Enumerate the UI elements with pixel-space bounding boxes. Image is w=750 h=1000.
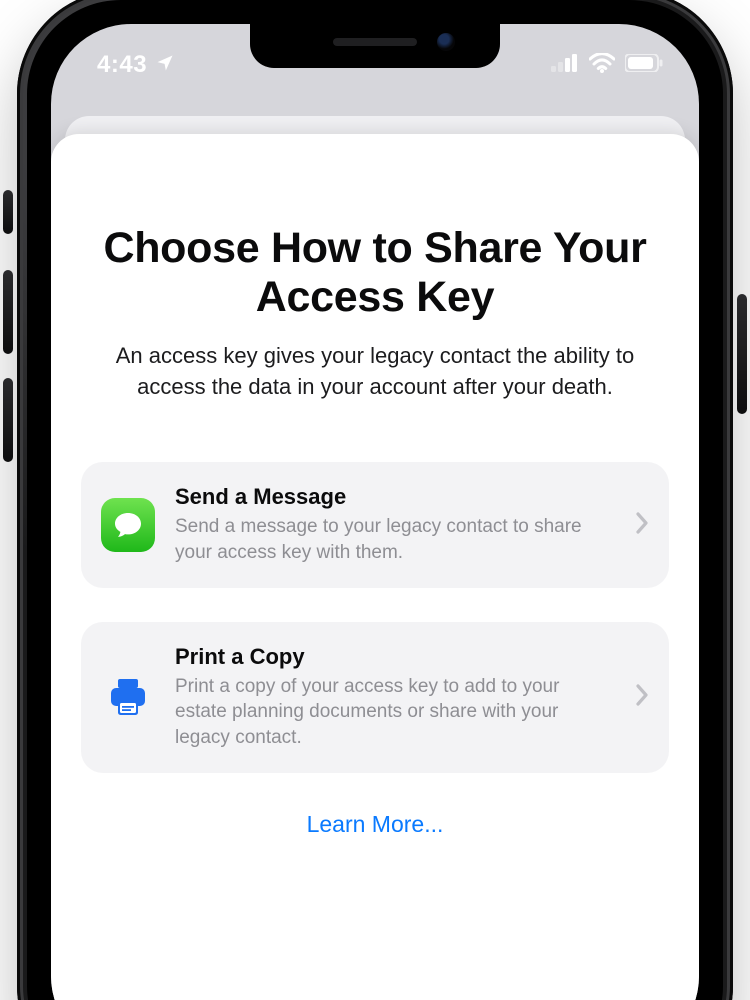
option-send-message[interactable]: Send a Message Send a message to your le… [81,462,669,587]
option-description: Print a copy of your access key to add t… [175,674,615,751]
option-title: Print a Copy [175,644,615,670]
printer-icon [101,670,155,724]
status-time: 4:43 [97,51,147,79]
phone-frame: 4:43 [17,0,733,1000]
option-print-copy[interactable]: Print a Copy Print a copy of your access… [81,622,669,773]
notch [250,24,500,68]
earpiece-speaker [333,38,417,46]
battery-icon [625,54,663,77]
page-title: Choose How to Share Your Access Key [85,224,665,323]
option-description: Send a message to your legacy contact to… [175,514,615,565]
learn-more-link[interactable]: Learn More... [81,811,669,838]
wifi-icon [589,53,615,78]
power-button [737,294,747,414]
messages-icon [101,498,155,552]
volume-up-button [3,270,13,354]
page-subtitle: An access key gives your legacy contact … [93,341,657,403]
volume-down-button [3,378,13,462]
share-access-key-sheet: Choose How to Share Your Access Key An a… [51,134,699,1000]
cellular-icon [551,54,579,77]
option-title: Send a Message [175,484,615,510]
chevron-right-icon [635,512,649,539]
location-icon [155,53,175,78]
front-camera [437,33,455,51]
chevron-right-icon [635,684,649,711]
mute-switch [3,190,13,234]
